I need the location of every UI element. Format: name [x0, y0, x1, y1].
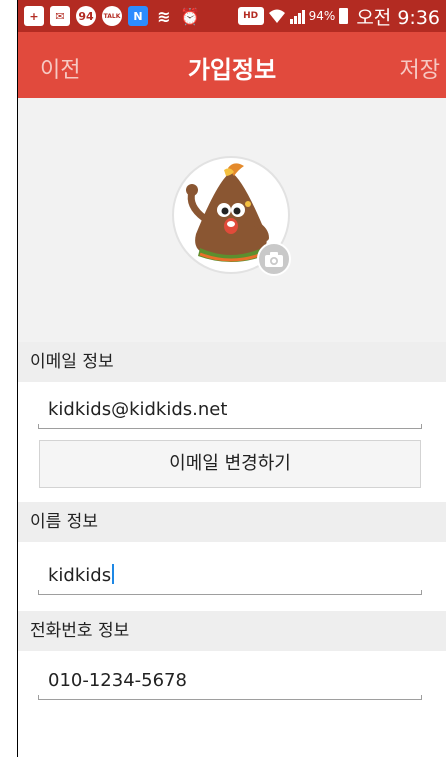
phone-value: 010-1234-5678 — [48, 670, 187, 691]
notification-icons: + ✉ 94 TALK N ≋ ⏰ — [24, 5, 200, 27]
badge-94-icon: 94 — [76, 6, 96, 26]
vibrate-icon: ≋ — [157, 6, 171, 26]
phone-section-label: 전화번호 정보 — [18, 611, 446, 651]
text-cursor — [112, 564, 115, 584]
profile-photo-area — [18, 98, 446, 342]
hd-voice-icon: HD — [237, 7, 264, 25]
app-header: 이전 가입정보 저장 — [18, 32, 446, 98]
change-photo-button[interactable] — [257, 242, 291, 276]
n-text: N — [133, 9, 143, 23]
page-title: 가입정보 — [187, 56, 277, 84]
battery-percent: 94% — [308, 9, 336, 23]
system-icons: HD 94% 오전 9:36 — [237, 4, 440, 29]
hd-text: HD — [243, 11, 259, 21]
change-email-button[interactable]: 이메일 변경하기 — [39, 440, 421, 488]
app-screen: + ✉ 94 TALK N ≋ ⏰ HD 94% 오전 9:36 이전 가입정보… — [18, 0, 446, 757]
clock: 오전 9:36 — [356, 6, 440, 29]
name-field[interactable]: kidkids — [38, 559, 422, 595]
talk-icon: TALK — [102, 6, 122, 26]
badge-number: 94 — [78, 9, 94, 23]
battery-icon — [339, 8, 349, 24]
phone-field[interactable]: 010-1234-5678 — [38, 664, 422, 700]
email-value: kidkids@kidkids.net — [48, 399, 228, 420]
name-value: kidkids — [48, 565, 112, 586]
talk-text: TALK — [103, 12, 121, 20]
add-icon: + — [24, 6, 44, 26]
mail-icon: ✉ — [50, 6, 70, 26]
status-bar: + ✉ 94 TALK N ≋ ⏰ HD 94% 오전 9:36 — [18, 0, 446, 32]
wifi-icon — [268, 9, 285, 23]
alarm-icon: ⏰ — [180, 6, 200, 26]
n-icon: N — [128, 6, 148, 26]
name-section-label: 이름 정보 — [18, 502, 446, 542]
camera-icon — [265, 251, 283, 267]
save-button[interactable]: 저장 — [400, 52, 440, 84]
email-section-label: 이메일 정보 — [18, 342, 446, 382]
email-field[interactable]: kidkids@kidkids.net — [38, 393, 422, 429]
signal-icon — [289, 8, 305, 24]
back-button[interactable]: 이전 — [40, 52, 80, 84]
